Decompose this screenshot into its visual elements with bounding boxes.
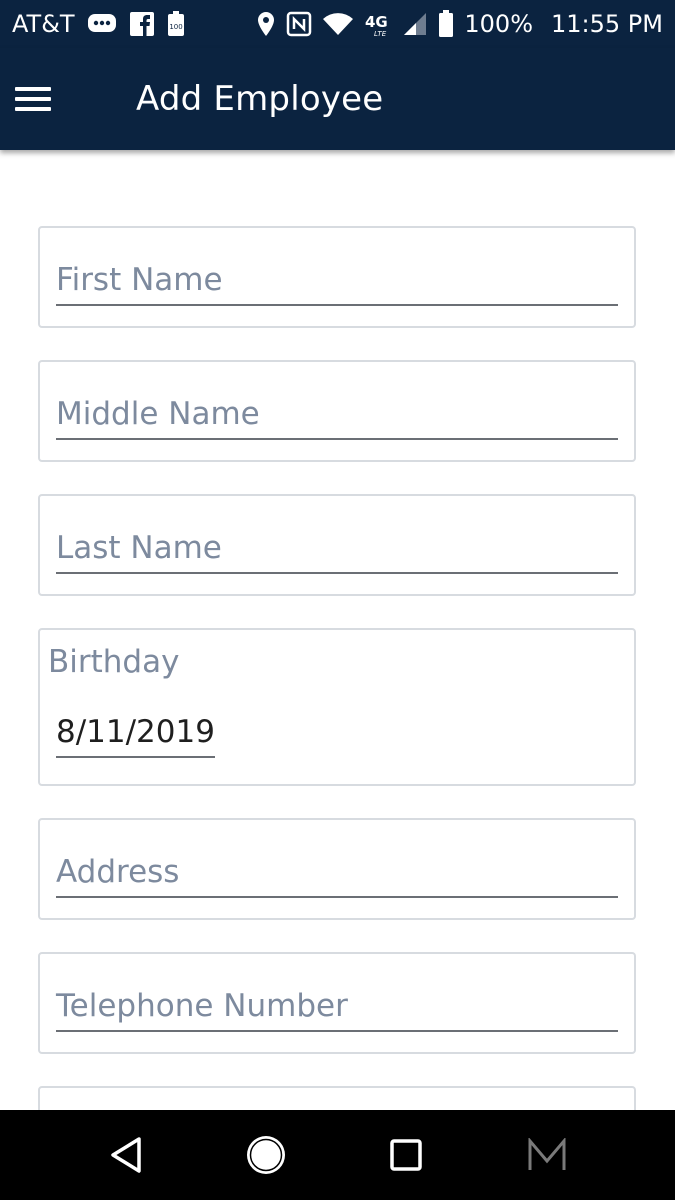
middle-name-input[interactable]: Middle Name xyxy=(56,384,618,440)
app-bar: Add Employee xyxy=(0,48,675,150)
location-icon xyxy=(256,11,276,37)
4g-lte-icon: 4G LTE xyxy=(364,11,392,37)
birthday-date-input[interactable]: 8/11/2019 xyxy=(56,714,215,758)
back-icon xyxy=(111,1137,141,1173)
battery-percent: 100% xyxy=(464,10,534,38)
m-app-button[interactable] xyxy=(502,1110,592,1200)
last-name-field: Last Name xyxy=(38,494,636,596)
first-name-field: First Name xyxy=(38,226,636,328)
last-name-placeholder: Last Name xyxy=(56,530,222,566)
navigation-bar xyxy=(0,1110,675,1200)
battery-icon xyxy=(438,10,454,38)
first-name-placeholder: First Name xyxy=(56,262,223,298)
birthday-label: Birthday xyxy=(48,644,180,680)
nfc-icon xyxy=(286,11,312,37)
employee-form: First Name Middle Name Last Name Birthda… xyxy=(0,150,675,1110)
clock: 11:55 PM xyxy=(551,10,663,38)
recents-icon xyxy=(390,1139,422,1171)
telephone-field: Telephone Number xyxy=(38,952,636,1054)
first-name-input[interactable]: First Name xyxy=(56,250,618,306)
recents-button[interactable] xyxy=(361,1110,451,1200)
telephone-placeholder: Telephone Number xyxy=(56,988,348,1024)
app-m-icon xyxy=(528,1138,566,1170)
address-placeholder: Address xyxy=(56,854,180,890)
address-field: Address xyxy=(38,818,636,920)
address-input[interactable]: Address xyxy=(56,842,618,898)
menu-icon xyxy=(15,87,51,111)
middle-name-field: Middle Name xyxy=(38,360,636,462)
telephone-input[interactable]: Telephone Number xyxy=(56,976,618,1032)
wifi-icon xyxy=(322,11,354,37)
svg-text:4G: 4G xyxy=(365,13,388,31)
svg-text:100: 100 xyxy=(169,23,182,31)
back-button[interactable] xyxy=(81,1110,171,1200)
birthday-field: Birthday 8/11/2019 xyxy=(38,628,636,786)
signal-icon xyxy=(402,11,428,37)
facebook-icon xyxy=(129,11,155,37)
status-bar: AT&T 100 4G LTE 100% 11:55 PM xyxy=(0,0,675,48)
svg-text:LTE: LTE xyxy=(374,30,387,37)
next-field-partial[interactable] xyxy=(38,1086,636,1110)
page-title: Add Employee xyxy=(136,79,384,119)
carrier-label: AT&T xyxy=(12,10,75,38)
battery-saver-icon: 100 xyxy=(167,11,185,37)
home-button[interactable] xyxy=(221,1110,311,1200)
middle-name-placeholder: Middle Name xyxy=(56,396,260,432)
messages-icon xyxy=(87,12,117,36)
last-name-input[interactable]: Last Name xyxy=(56,518,618,574)
menu-button[interactable] xyxy=(0,48,104,150)
home-icon xyxy=(247,1136,285,1174)
